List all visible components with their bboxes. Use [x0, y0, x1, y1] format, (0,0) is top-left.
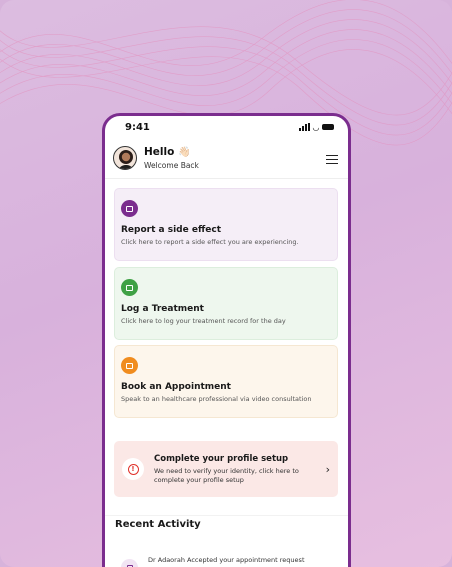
status-time: 9:41 [125, 121, 150, 133]
wifi-icon: ◡ [312, 122, 319, 132]
hamburger-menu-icon[interactable] [326, 155, 338, 166]
status-bar: 9:41 ◡ [105, 116, 348, 138]
recent-activity-title: Recent Activity [115, 519, 201, 530]
chevron-right-icon: › [325, 462, 330, 476]
signal-icon [298, 123, 310, 131]
activity-text: Dr Adaorah Accepted your appointment req… [148, 556, 305, 564]
profile-setup-banner[interactable]: ! Complete your profile setup We need to… [114, 441, 338, 497]
card-description: Click here to report a side effect you a… [121, 238, 299, 246]
activity-item[interactable]: Dr Adaorah Accepted your appointment req… [121, 556, 305, 567]
calendar-icon [121, 559, 138, 567]
report-side-effect-card[interactable]: Report a side effect Click here to repor… [114, 188, 338, 261]
status-icons: ◡ [298, 122, 334, 132]
profile-setup-description: We need to verify your identity, click h… [154, 466, 299, 484]
greeting-text: Hello [144, 146, 175, 158]
treatment-icon [121, 279, 138, 296]
wave-icon: 👋🏻 [178, 146, 191, 158]
welcome-text: Welcome Back [144, 161, 199, 170]
warning-icon: ! [122, 458, 144, 480]
app-header: Hello 👋🏻 Welcome Back [105, 138, 348, 179]
card-title: Report a side effect [121, 225, 221, 235]
phone-screen: 9:41 ◡ Hello 👋🏻 Welcome Back Report a si… [102, 113, 351, 567]
card-description: Speak to an healthcare professional via … [121, 395, 312, 403]
appointment-icon [121, 357, 138, 374]
log-treatment-card[interactable]: Log a Treatment Click here to log your t… [114, 267, 338, 340]
card-description: Click here to log your treatment record … [121, 317, 286, 325]
profile-setup-title: Complete your profile setup [154, 453, 289, 464]
card-title: Book an Appointment [121, 382, 231, 392]
side-effect-icon [121, 200, 138, 217]
greeting: Hello 👋🏻 [144, 146, 199, 158]
avatar[interactable] [113, 146, 137, 170]
card-title: Log a Treatment [121, 304, 204, 314]
battery-icon [322, 124, 334, 130]
book-appointment-card[interactable]: Book an Appointment Speak to an healthca… [114, 345, 338, 418]
section-divider [105, 515, 348, 516]
